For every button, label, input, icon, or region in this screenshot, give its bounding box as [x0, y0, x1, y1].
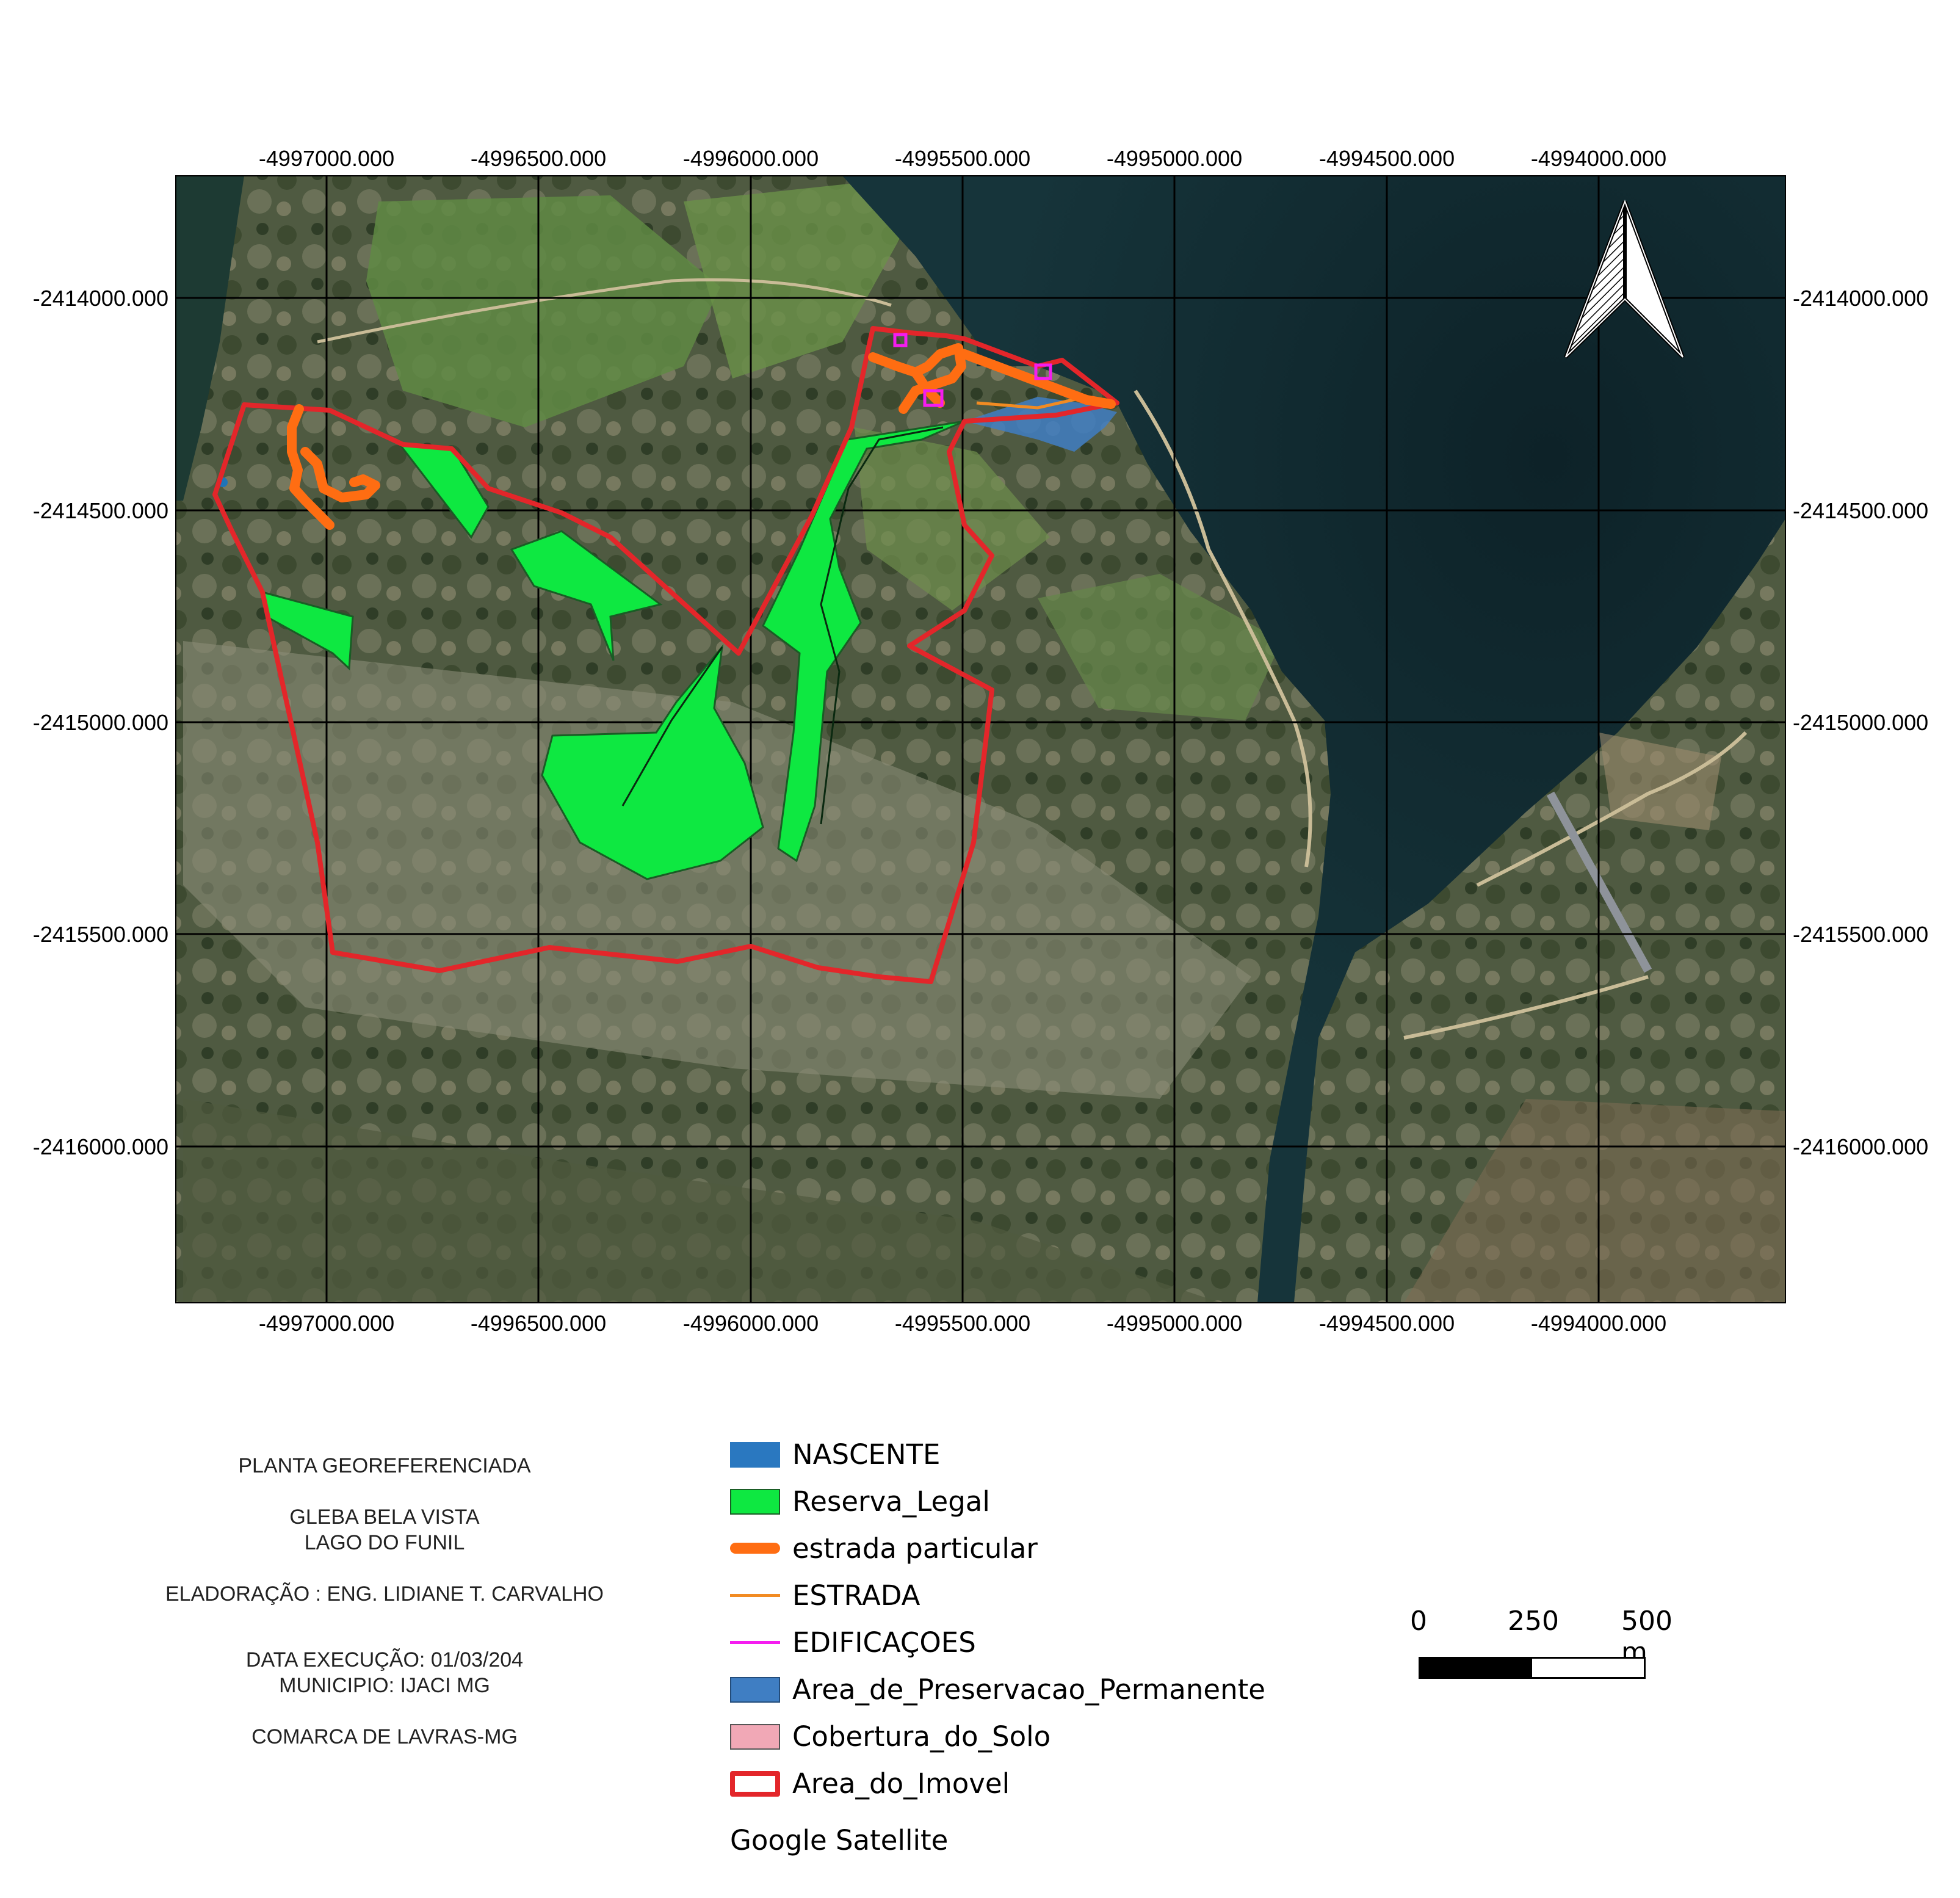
- map-title: PLANTA GEOREFERENCIADA: [238, 1454, 531, 1477]
- map-info-block: PLANTA GEOREFERENCIADA GLEBA BELA VISTA …: [122, 1453, 647, 1750]
- municipality-line: MUNICIPIO: IJACI MG: [279, 1674, 490, 1697]
- y-tick-label: -2414500.000: [1793, 498, 1928, 523]
- fill-swatch-icon: [730, 1676, 780, 1703]
- x-axis-bottom-labels: -4997000.000 -4996500.000 -4996000.000 -…: [259, 1311, 1666, 1336]
- scale-label-250: 250: [1508, 1606, 1559, 1637]
- legend-item-road: ESTRADA: [730, 1572, 1316, 1619]
- x-tick-label: -4997000.000: [259, 146, 394, 171]
- x-tick-label: -4996500.000: [471, 1311, 606, 1336]
- legend-item-private-road: estrada particular: [730, 1525, 1316, 1572]
- basemap-label: Google Satellite: [730, 1824, 949, 1856]
- line-swatch-icon: [730, 1583, 780, 1609]
- legend-label: ESTRADA: [792, 1579, 920, 1612]
- scale-segment: [1420, 1659, 1532, 1677]
- y-tick-label: -2415000.000: [1793, 710, 1928, 735]
- scale-bar: 0 250 500 m: [1404, 1606, 1673, 1691]
- legend-label: estrada particular: [792, 1532, 1038, 1565]
- legend-item-land-cover: Cobertura_do_Solo: [730, 1713, 1316, 1760]
- property-name: GLEBA BELA VISTA: [289, 1505, 480, 1529]
- legend-label: Cobertura_do_Solo: [792, 1720, 1051, 1753]
- y-tick-label: -2414500.000: [33, 498, 168, 523]
- legend-label: Area_de_Preservacao_Permanente: [792, 1673, 1265, 1706]
- x-tick-label: -4996000.000: [683, 146, 819, 171]
- author-line: ELADORAÇÃO : ENG. LIDIANE T. CARVALHO: [165, 1582, 604, 1606]
- fill-swatch-icon: [730, 1723, 780, 1750]
- legend-item-app: Area_de_Preservacao_Permanente: [730, 1666, 1316, 1713]
- outline-swatch-icon: [730, 1770, 780, 1797]
- date-line: DATA EXECUÇÃO: 01/03/204: [245, 1648, 524, 1672]
- map-legend: NASCENTE Reserva_Legal estrada particula…: [730, 1431, 1316, 1856]
- y-tick-label: -2416000.000: [33, 1134, 168, 1159]
- fill-swatch-icon: [730, 1441, 780, 1468]
- x-tick-label: -4995500.000: [895, 146, 1030, 171]
- scale-segment: [1532, 1659, 1644, 1677]
- x-axis-top-labels: -4997000.000 -4996500.000 -4996000.000 -…: [259, 146, 1666, 171]
- thick-line-swatch-icon: [730, 1536, 780, 1562]
- fill-swatch-icon: [730, 1488, 780, 1515]
- x-tick-label: -4994500.000: [1319, 1311, 1455, 1336]
- legend-item-property-area: Area_do_Imovel: [730, 1760, 1316, 1807]
- scale-bar-graphic: [1419, 1657, 1646, 1679]
- x-tick-label: -4996500.000: [471, 146, 606, 171]
- legend-label: NASCENTE: [792, 1438, 941, 1471]
- x-tick-label: -4996000.000: [683, 1311, 819, 1336]
- x-tick-label: -4994000.000: [1531, 146, 1666, 171]
- legend-item-reserva-legal: Reserva_Legal: [730, 1478, 1316, 1525]
- y-tick-label: -2416000.000: [1793, 1134, 1928, 1159]
- y-axis-left-labels: -2414000.000 -2414500.000 -2415000.000 -…: [33, 286, 168, 1159]
- location-name: LAGO DO FUNIL: [304, 1531, 465, 1554]
- legend-label: Reserva_Legal: [792, 1485, 990, 1518]
- x-tick-label: -4995000.000: [1107, 1311, 1242, 1336]
- y-tick-label: -2415500.000: [1793, 922, 1928, 947]
- y-tick-label: -2415500.000: [33, 922, 168, 947]
- scale-label-0: 0: [1410, 1606, 1427, 1637]
- district-line: COMARCA DE LAVRAS-MG: [251, 1725, 518, 1748]
- x-tick-label: -4997000.000: [259, 1311, 394, 1336]
- x-tick-label: -4994000.000: [1531, 1311, 1666, 1336]
- y-tick-label: -2414000.000: [33, 286, 168, 311]
- y-tick-label: -2415000.000: [33, 710, 168, 735]
- x-tick-label: -4995000.000: [1107, 146, 1242, 171]
- legend-label: EDIFICAÇOES: [792, 1626, 976, 1659]
- legend-item-buildings: EDIFICAÇOES: [730, 1619, 1316, 1666]
- map-frame: [176, 176, 1785, 1303]
- legend-item-nascente: NASCENTE: [730, 1431, 1316, 1478]
- legend-label: Area_do_Imovel: [792, 1767, 1010, 1800]
- x-tick-label: -4995500.000: [895, 1311, 1030, 1336]
- y-axis-right-labels: -2414000.000 -2414500.000 -2415000.000 -…: [1793, 286, 1928, 1159]
- y-tick-label: -2414000.000: [1793, 286, 1928, 311]
- line-swatch-icon: [730, 1630, 780, 1656]
- x-tick-label: -4994500.000: [1319, 146, 1455, 171]
